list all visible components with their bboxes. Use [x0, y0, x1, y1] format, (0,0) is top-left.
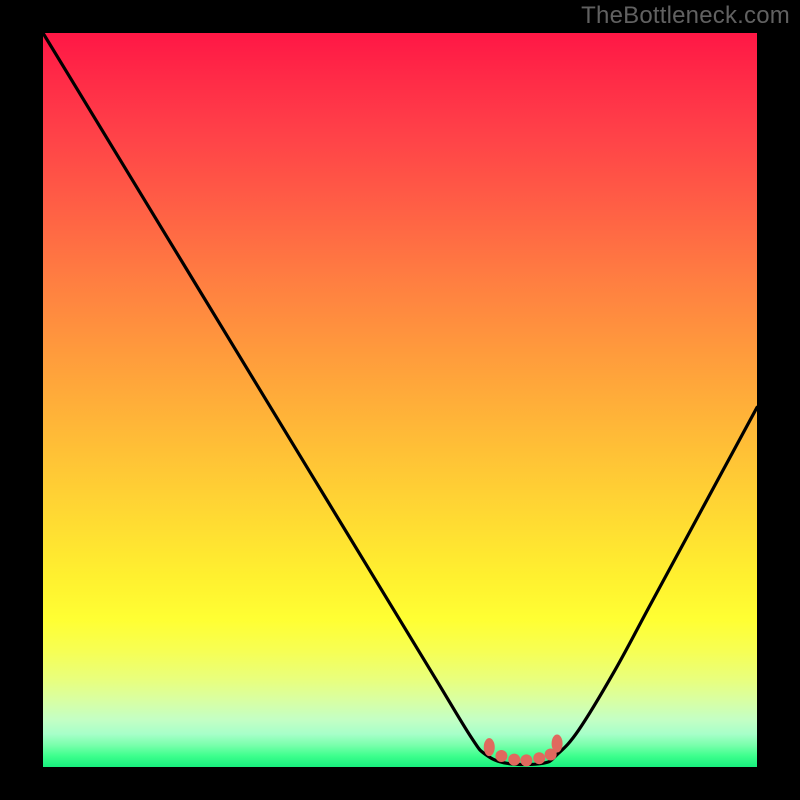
chart-frame: TheBottleneck.com [0, 0, 800, 800]
optimal-marker [495, 750, 507, 762]
optimal-marker [508, 754, 520, 766]
optimal-marker [520, 754, 532, 766]
optimal-marker [533, 752, 545, 764]
plot-area [43, 33, 757, 767]
optimal-marker [552, 735, 563, 753]
curve-layer [43, 33, 757, 767]
optimal-marker [484, 738, 495, 756]
bottleneck-curve [43, 33, 757, 765]
watermark-text: TheBottleneck.com [581, 2, 790, 30]
